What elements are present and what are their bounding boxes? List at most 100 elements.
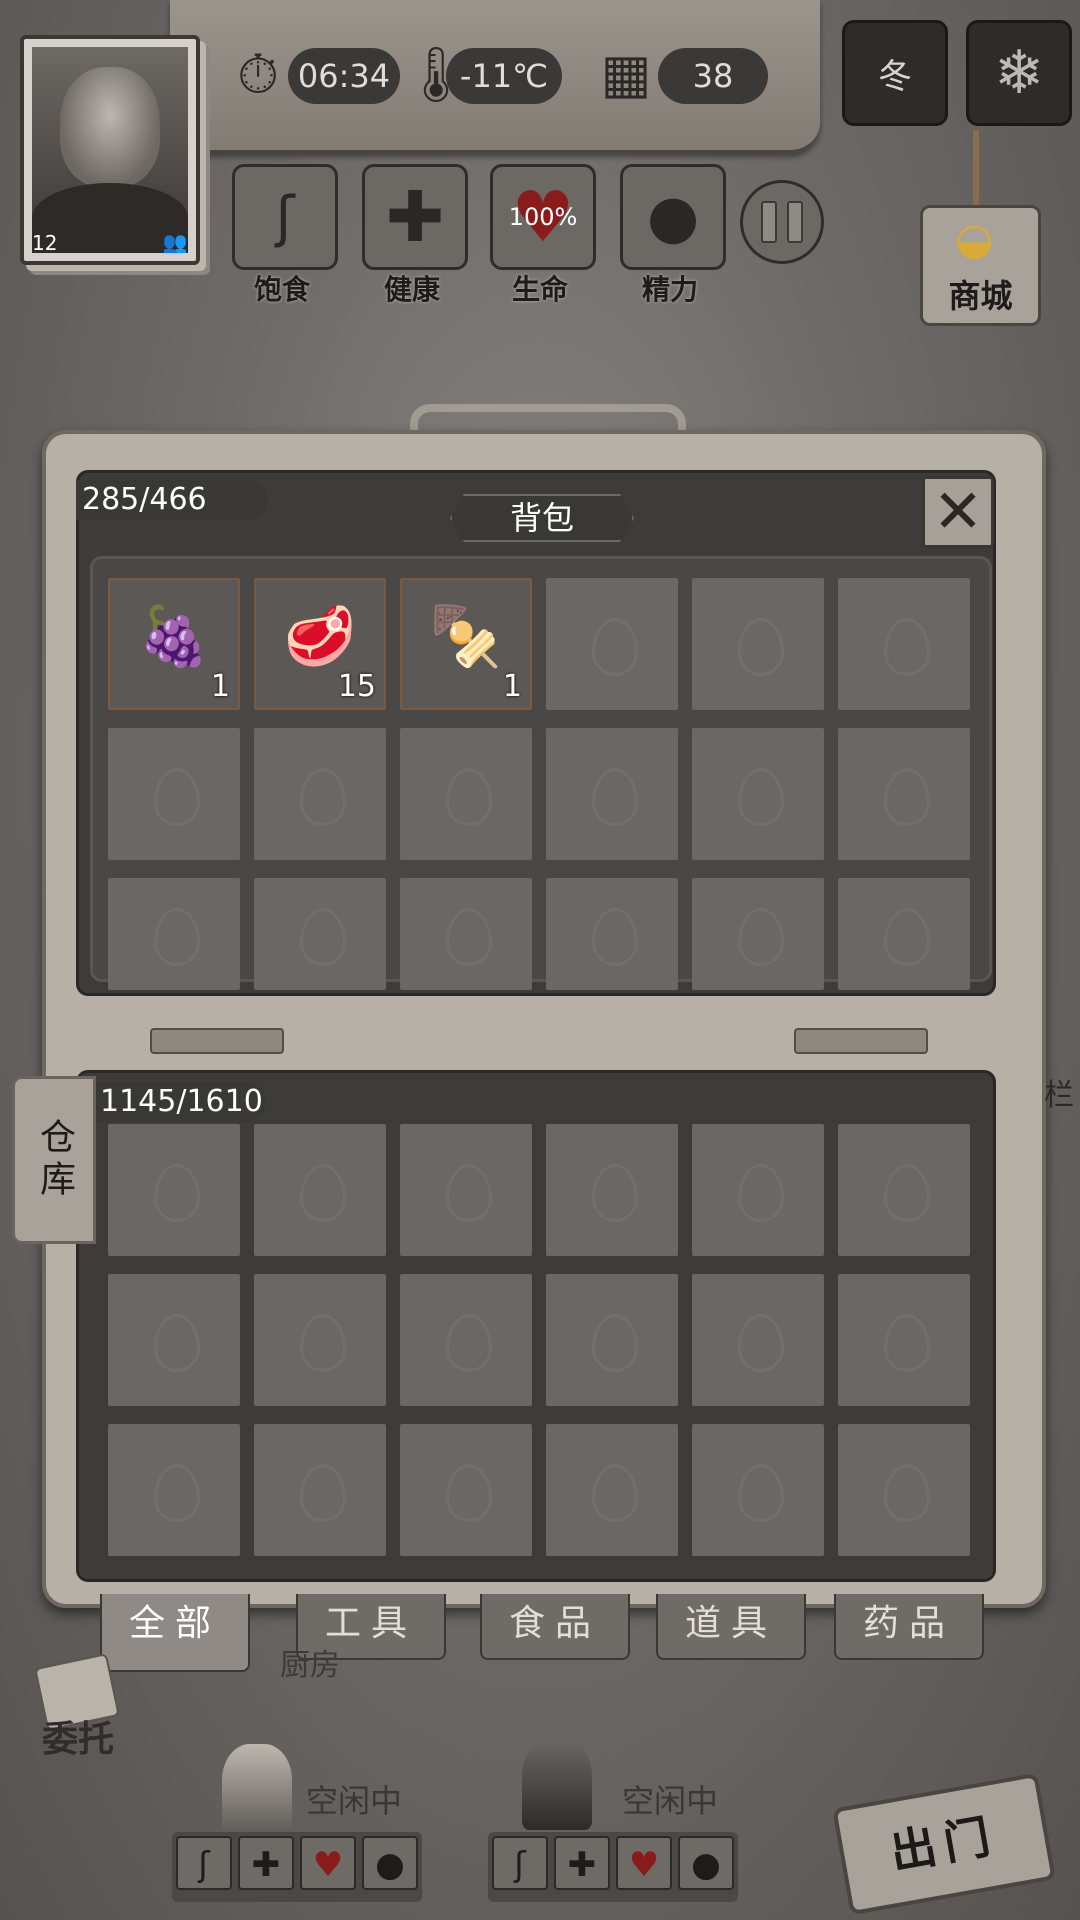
character-portrait[interactable]: 12 👥 xyxy=(20,35,200,265)
empty-slot[interactable] xyxy=(108,1274,240,1406)
temperature-display: -11℃ xyxy=(446,48,562,104)
empty-slot-icon xyxy=(300,1314,346,1372)
empty-slot[interactable] xyxy=(254,1124,386,1256)
heart-icon: ♥ xyxy=(300,1836,356,1890)
empty-slot-icon xyxy=(738,1164,784,1222)
empty-slot[interactable] xyxy=(692,1424,824,1556)
stopwatch-icon: ⏱ xyxy=(236,43,280,106)
empty-slot-icon xyxy=(592,1314,638,1372)
empty-slot[interactable] xyxy=(400,728,532,860)
life-value: 100% xyxy=(508,203,578,231)
survivor2-status: 空闲中 xyxy=(622,1782,719,1820)
empty-slot[interactable] xyxy=(108,728,240,860)
survivor1-status: 空闲中 xyxy=(306,1782,403,1820)
energy-stat-button[interactable]: ● xyxy=(620,164,726,270)
quest-button[interactable]: 委托 xyxy=(42,1710,114,1762)
cross-icon: ✚ xyxy=(238,1836,294,1890)
empty-slot[interactable] xyxy=(692,878,824,990)
inventory-slot[interactable]: 🍇 1 xyxy=(108,578,240,710)
empty-slot[interactable] xyxy=(400,1424,532,1556)
season-winter-button[interactable]: 冬 xyxy=(842,20,948,126)
shop-rope xyxy=(973,130,979,210)
snowflake-icon[interactable]: ❄ xyxy=(966,20,1072,126)
empty-slot[interactable] xyxy=(838,1124,970,1256)
empty-slot-icon xyxy=(300,1164,346,1222)
empty-slot-icon xyxy=(592,908,638,966)
tab-all[interactable]: 全部 xyxy=(100,1594,250,1672)
survivor-female-avatar[interactable] xyxy=(222,1744,292,1834)
empty-slot[interactable] xyxy=(692,1274,824,1406)
energy-label: 精力 xyxy=(641,273,698,306)
empty-slot[interactable] xyxy=(254,1424,386,1556)
empty-slot[interactable] xyxy=(546,1274,678,1406)
empty-slot[interactable] xyxy=(838,578,970,710)
tab-food[interactable]: 食品 xyxy=(480,1594,630,1660)
empty-slot[interactable] xyxy=(546,1424,678,1556)
empty-slot[interactable] xyxy=(108,1424,240,1556)
exit-button[interactable]: 出门 xyxy=(832,1772,1056,1916)
heart-icon: ♥ xyxy=(616,1836,672,1890)
empty-slot[interactable] xyxy=(692,1124,824,1256)
empty-slot[interactable] xyxy=(400,1124,532,1256)
empty-slot[interactable] xyxy=(254,728,386,860)
portrait-image xyxy=(32,47,188,253)
person-icon: ● xyxy=(362,1836,418,1890)
empty-slot-icon xyxy=(154,1164,200,1222)
empty-slot[interactable] xyxy=(546,878,678,990)
empty-slot-icon xyxy=(884,768,930,826)
empty-slot-icon xyxy=(446,1314,492,1372)
empty-slot[interactable] xyxy=(692,578,824,710)
empty-slot[interactable] xyxy=(254,878,386,990)
empty-slot-icon xyxy=(154,768,200,826)
storage-side-tab[interactable]: 仓库 xyxy=(12,1076,96,1244)
survivors-icon: 👥 xyxy=(162,230,188,254)
cross-icon: ✚ xyxy=(554,1836,610,1890)
grilled-meat-icon: 🥩 xyxy=(283,601,357,670)
empty-slot-icon xyxy=(884,618,930,676)
empty-slot[interactable] xyxy=(254,1274,386,1406)
fence-label[interactable]: 栏 xyxy=(1044,1070,1074,1114)
berries-icon: 🍇 xyxy=(137,601,211,670)
inventory-slot[interactable]: 🍢 1 xyxy=(400,578,532,710)
tab-items[interactable]: 道具 xyxy=(656,1594,806,1660)
pause-button[interactable] xyxy=(740,180,824,264)
empty-slot[interactable] xyxy=(692,728,824,860)
pause-bar-left xyxy=(761,201,777,243)
empty-slot[interactable] xyxy=(838,728,970,860)
empty-slot[interactable] xyxy=(838,1274,970,1406)
empty-slot-icon xyxy=(592,1464,638,1522)
empty-slot[interactable] xyxy=(400,1274,532,1406)
close-button[interactable]: ✕ xyxy=(922,476,994,548)
tab-medicine[interactable]: 药品 xyxy=(834,1594,984,1660)
empty-slot[interactable] xyxy=(546,1124,678,1256)
empty-slot[interactable] xyxy=(546,728,678,860)
empty-slot-icon xyxy=(738,1314,784,1372)
life-stat-button[interactable]: ♥ 100% xyxy=(490,164,596,270)
empty-slot[interactable] xyxy=(108,1124,240,1256)
shell-icon: ◒ xyxy=(955,214,994,265)
hunger-label: 饱食 xyxy=(253,273,310,306)
hunger-stat-button[interactable]: ʃ xyxy=(232,164,338,270)
empty-slot-icon xyxy=(300,908,346,966)
empty-slot[interactable] xyxy=(108,878,240,990)
empty-slot[interactable] xyxy=(838,878,970,990)
empty-slot[interactable] xyxy=(546,578,678,710)
case-hinge-right xyxy=(794,1028,928,1054)
empty-slot-icon xyxy=(446,1464,492,1522)
survivor-male-avatar[interactable] xyxy=(522,1740,592,1830)
storage-side-tab-label: 仓库 xyxy=(34,1118,75,1202)
shop-button[interactable]: ◒ 商城 xyxy=(920,205,1041,326)
item-quantity: 15 xyxy=(337,669,376,704)
health-stat-button[interactable]: ✚ xyxy=(362,164,468,270)
inventory-slot[interactable]: 🥩 15 xyxy=(254,578,386,710)
stomach-icon: ʃ xyxy=(492,1836,548,1890)
empty-slot[interactable] xyxy=(400,878,532,990)
stomach-icon: ʃ xyxy=(176,1836,232,1890)
day-counter: 38 xyxy=(658,48,768,104)
empty-slot-icon xyxy=(300,1464,346,1522)
empty-slot-icon xyxy=(738,908,784,966)
backpack-title: 背包 xyxy=(450,494,634,542)
calendar-icon: ▦ xyxy=(600,41,652,105)
empty-slot[interactable] xyxy=(838,1424,970,1556)
kitchen-label[interactable]: 厨房 xyxy=(280,1640,340,1684)
